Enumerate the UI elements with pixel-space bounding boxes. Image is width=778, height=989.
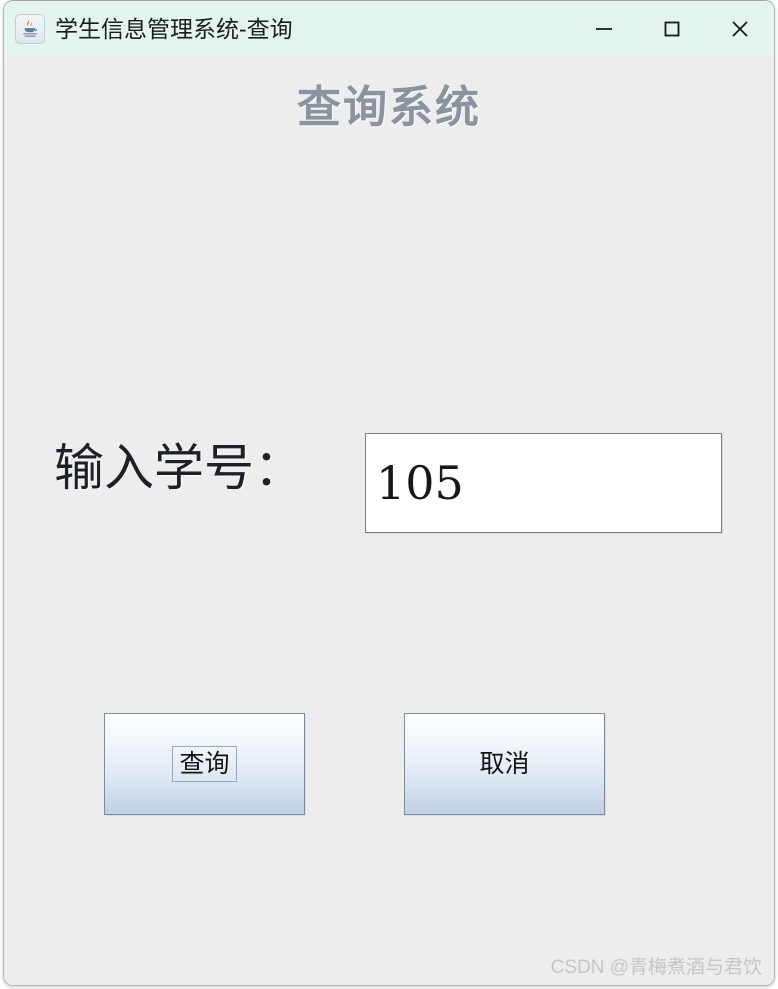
application-window: 学生信息管理系统-查询 查询系统 输入学号： 105 查询 取消 CSDN @青… — [3, 0, 775, 986]
close-icon[interactable] — [706, 1, 774, 57]
window-controls — [570, 1, 774, 57]
java-coffee-cup-icon — [15, 14, 45, 44]
cancel-button[interactable]: 取消 — [404, 713, 605, 815]
student-id-label: 输入学号： — [54, 439, 304, 497]
title-bar-left: 学生信息管理系统-查询 — [4, 14, 293, 44]
csdn-watermark: CSDN @青梅煮酒与君饮 — [550, 957, 762, 978]
minimize-icon[interactable] — [570, 1, 638, 57]
content-panel: 查询系统 输入学号： 105 查询 取消 CSDN @青梅煮酒与君饮 — [4, 57, 774, 985]
title-bar: 学生信息管理系统-查询 — [4, 1, 774, 57]
student-id-value: 105 — [376, 456, 464, 510]
maximize-icon[interactable] — [638, 1, 706, 57]
query-button-label: 查询 — [172, 746, 237, 782]
query-button[interactable]: 查询 — [104, 713, 305, 815]
student-id-input[interactable]: 105 — [365, 433, 722, 533]
window-title: 学生信息管理系统-查询 — [55, 15, 293, 42]
cancel-button-label: 取消 — [479, 749, 530, 778]
page-title: 查询系统 — [297, 82, 481, 133]
